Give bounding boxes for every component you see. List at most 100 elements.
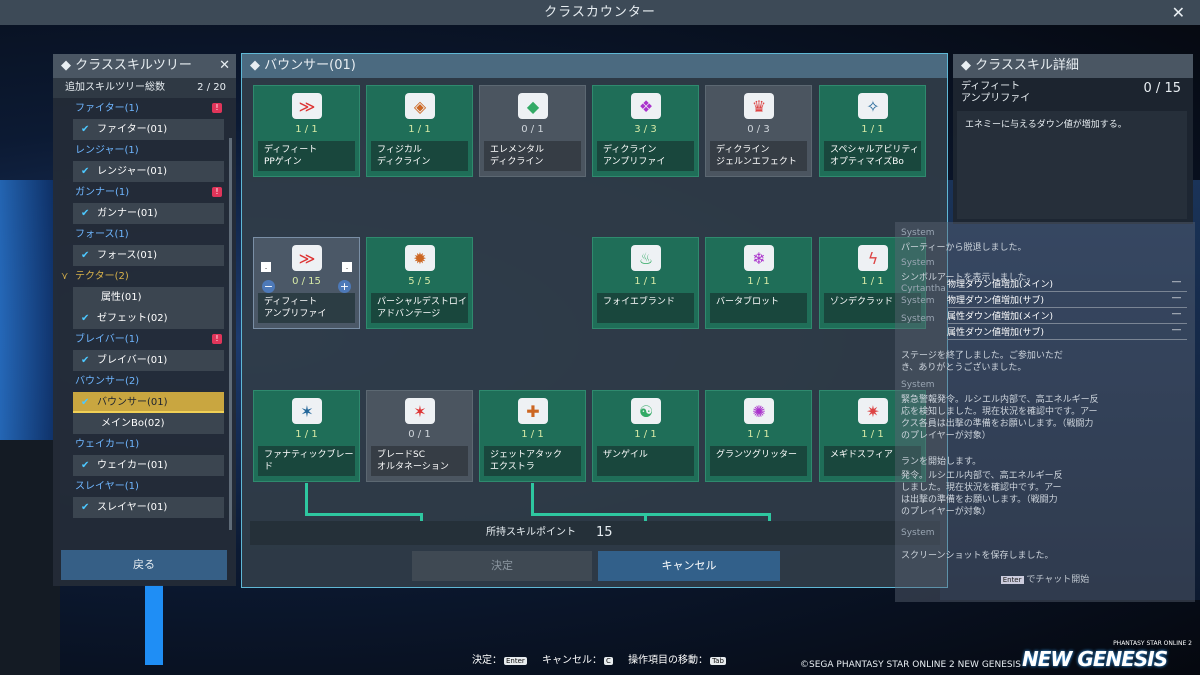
skill-level: 1 / 1 xyxy=(521,429,544,440)
chat-line: System xyxy=(901,380,935,390)
class-category[interactable]: ブレイバー(1)! xyxy=(61,329,236,350)
tree-label: ブレイバー(01) xyxy=(97,355,168,366)
chat-line: のプレイヤーが対象） xyxy=(901,431,991,441)
class-category[interactable]: レンジャー(1) xyxy=(61,140,236,161)
tree-node[interactable]: ✔ ウェイカー(01) xyxy=(73,455,224,476)
increase-button[interactable]: + xyxy=(338,280,351,293)
skill-card[interactable]: ☯ 1 / 1 ザンゲイル xyxy=(592,390,699,482)
tree-node[interactable]: 属性(01) xyxy=(73,287,224,308)
defeat-pp-gain-icon: ≫ xyxy=(292,93,322,119)
tree-label: ゼフェット(02) xyxy=(97,313,168,324)
tree-connector xyxy=(644,513,647,521)
skill-name: フォイエブランド xyxy=(597,293,694,323)
tree-node[interactable]: ✔ フォース(01) xyxy=(73,245,224,266)
max-marker-icon: . xyxy=(342,262,352,272)
class-category[interactable]: ガンナー(1)! xyxy=(61,182,236,203)
skill-card[interactable]: ✧ 1 / 1 スペシャルアビリティ オプティマイズBo xyxy=(819,85,926,177)
close-icon[interactable]: ✕ xyxy=(219,54,230,78)
alert-icon: ! xyxy=(212,103,222,113)
zonde-clad-icon: ϟ xyxy=(858,245,888,271)
min-marker-icon: . xyxy=(261,262,271,272)
skill-card[interactable]: ❄ 1 / 1 バータブロット xyxy=(705,237,812,329)
tree-node[interactable]: ✔ レンジャー(01) xyxy=(73,161,224,182)
expand-icon: ⋎ xyxy=(61,271,69,282)
bouncer-skill-title: バウンサー(01) xyxy=(264,58,356,73)
skill-level: 1 / 1 xyxy=(634,276,657,287)
hint-confirm-label: 決定： xyxy=(472,655,502,666)
class-tree-list[interactable]: ファイター(1)! ✔ ファイター(01) レンジャー(1) ✔ レンジャー(01) ガンナ… xyxy=(53,98,236,530)
tree-label: 属性(01) xyxy=(101,292,142,303)
tree-node[interactable]: ✔ バウンサー(01) xyxy=(73,392,224,413)
skill-card[interactable]: ≫ 1 / 1 ディフィート PPゲイン xyxy=(253,85,360,177)
window-title: クラスカウンター xyxy=(544,5,656,20)
tree-node[interactable]: ✔ ブレイバー(01) xyxy=(73,350,224,371)
skill-name-line2: オルタネーション xyxy=(377,462,449,472)
tree-node[interactable]: ✔ ガンナー(01) xyxy=(73,203,224,224)
chat-line: スクリーンショットを保存しました。 xyxy=(901,551,1054,561)
chat-line: System xyxy=(901,296,935,306)
tree-label: ブレイバー(1) xyxy=(75,334,139,345)
tree-label: ファイター(01) xyxy=(97,124,168,135)
tree-node[interactable]: ✔ ゼフェット(02) xyxy=(73,308,224,329)
tree-label: フォース(01) xyxy=(97,250,158,261)
close-icon[interactable]: ✕ xyxy=(1172,0,1186,25)
tree-node[interactable]: ✔ スレイヤー(01) xyxy=(73,497,224,518)
chat-line: System xyxy=(901,258,935,268)
stat-label: 物理ダウン値増加(サブ) xyxy=(947,296,1045,306)
skill-name-line1: ディクライン xyxy=(716,145,770,155)
skill-name: スペシャルアビリティ オプティマイズBo xyxy=(824,141,921,171)
tree-label: テクター(2) xyxy=(75,271,129,282)
skill-card[interactable]: ◈ 1 / 1 フィジカル ディクライン xyxy=(366,85,473,177)
class-category[interactable]: ⋎ テクター(2) xyxy=(61,266,236,287)
class-category[interactable]: ウェイカー(1) xyxy=(61,434,236,455)
skill-card[interactable]: ◆ 0 / 1 エレメンタル ディクライン xyxy=(479,85,586,177)
decrease-button[interactable]: − xyxy=(262,280,275,293)
skill-card[interactable]: ✶ 0 / 1 ブレードSC オルタネーション xyxy=(366,390,473,482)
class-category[interactable]: バウンサー(2) xyxy=(61,371,236,392)
chat-line: パーティーから脱退しました。 xyxy=(901,243,1027,253)
tree-connector xyxy=(420,513,423,521)
zan-gale-icon: ☯ xyxy=(631,398,661,424)
tree-label: レンジャー(01) xyxy=(97,166,168,177)
skill-card[interactable]: ✺ 1 / 1 グランツグリッター xyxy=(705,390,812,482)
special-ability-optimize-icon: ✧ xyxy=(858,93,888,119)
skill-level: 1 / 1 xyxy=(747,276,770,287)
class-category[interactable]: ファイター(1)! xyxy=(61,98,236,119)
tree-node[interactable]: ✔ ファイター(01) xyxy=(73,119,224,140)
check-icon: ✔ xyxy=(81,355,90,366)
additional-tree-count: 追加スキルツリー総数 2 / 20 xyxy=(53,78,236,98)
partial-destroy-advantage-icon: ✹ xyxy=(405,245,435,271)
skill-card[interactable]: ✶ 1 / 1 ファナティックブレード xyxy=(253,390,360,482)
skill-level: 1 / 1 xyxy=(408,124,431,135)
skill-name: ザンゲイル xyxy=(597,446,694,476)
tree-node[interactable]: メインBo(02) xyxy=(73,413,224,434)
back-button[interactable]: 戻る xyxy=(61,550,227,580)
skill-grid: ≫ 1 / 1 ディフィート PPゲイン ◈ 1 / 1 フィジカル ディクライン ◆ 0 / 1… xyxy=(253,85,933,525)
bouncer-skill-header: ◆ バウンサー(01) xyxy=(242,54,947,78)
skill-name-line2: アドバンテージ xyxy=(377,309,441,319)
cancel-button[interactable]: キャンセル xyxy=(598,551,780,581)
skill-name: ジェットアタック エクストラ xyxy=(484,446,581,476)
confirm-button[interactable]: 決定 xyxy=(412,551,592,581)
decline-amplify-icon: ❖ xyxy=(631,93,661,119)
skill-card[interactable]: ❖ 3 / 3 ディクライン アンプリファイ xyxy=(592,85,699,177)
check-icon: ✔ xyxy=(81,460,90,471)
detail-skill-name-line1: ディフィート xyxy=(961,81,1021,92)
skill-card[interactable]: ♨ 1 / 1 フォイエブランド xyxy=(592,237,699,329)
skill-card[interactable]: ≫ 0 / 15 ディフィート アンプリファイ − +.. xyxy=(253,237,360,329)
check-icon: ✔ xyxy=(81,250,90,261)
skill-card[interactable]: ♛ 0 / 3 ディクライン ジェルンエフェクト xyxy=(705,85,812,177)
chat-line: Cyrtantha xyxy=(901,284,946,294)
chat-log[interactable]: Enter でチャット開始 System パーティーから脱退しました。 System… xyxy=(895,222,1195,602)
chat-start-button[interactable]: Enter でチャット開始 xyxy=(965,572,1125,588)
tree-label: バウンサー(01) xyxy=(97,397,168,408)
class-category[interactable]: スレイヤー(1) xyxy=(61,476,236,497)
skill-card[interactable]: ✹ 5 / 5 パーシャルデストロイ アドバンテージ xyxy=(366,237,473,329)
stat-value: ― xyxy=(1172,309,1181,319)
tree-label: ガンナー(01) xyxy=(97,208,158,219)
class-category[interactable]: フォース(1) xyxy=(61,224,236,245)
check-icon: ✔ xyxy=(81,166,90,177)
skill-card[interactable]: ✚ 1 / 1 ジェットアタック エクストラ xyxy=(479,390,586,482)
chat-line: System xyxy=(901,228,935,238)
skill-level: 1 / 1 xyxy=(295,429,318,440)
